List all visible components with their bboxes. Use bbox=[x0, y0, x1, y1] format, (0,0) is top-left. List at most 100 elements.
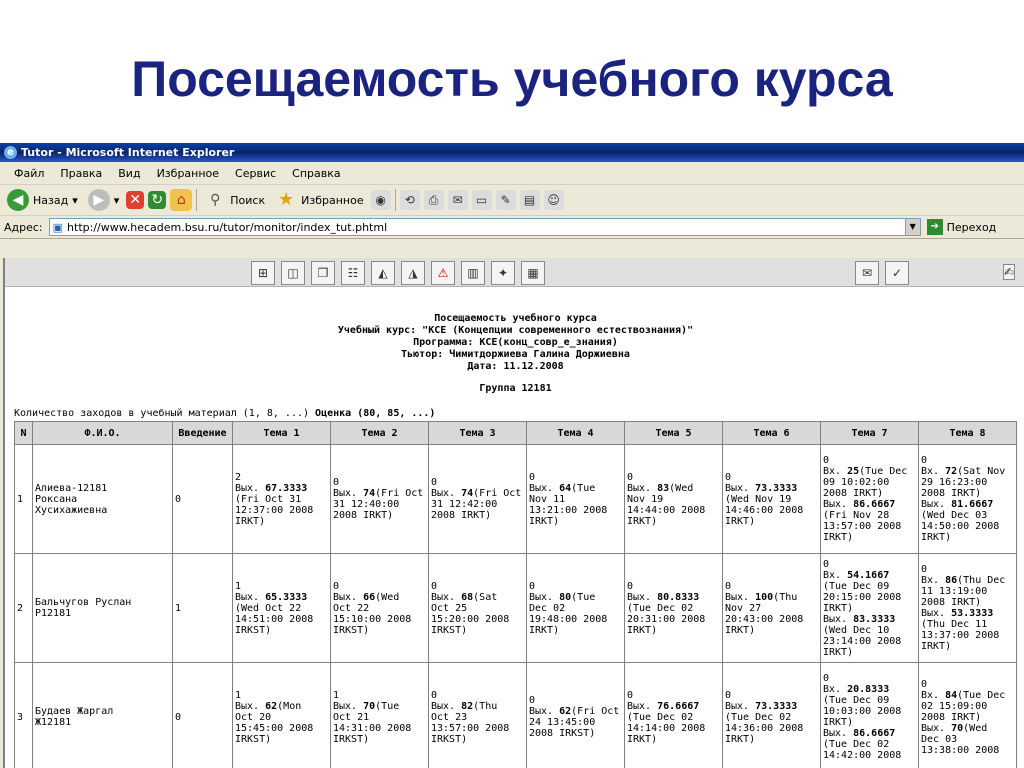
chevron-down-icon[interactable]: ▾ bbox=[72, 194, 78, 207]
slide-title: Посещаемость учебного курса bbox=[131, 51, 893, 107]
send-icon[interactable]: ✉ bbox=[855, 261, 879, 285]
student-name: Алиева-12181 Роксана Хусихажиевна bbox=[32, 444, 173, 554]
topic-cell: 0 Вх. 86(Thu Dec 11 13:19:00 2008 IRKT) Вых.… bbox=[918, 553, 1017, 663]
print-icon[interactable]: ⎙ bbox=[423, 190, 444, 210]
topic-cell: 0 Вх. 20.8333 (Tue Dec 09 10:03:00 2008 IRKT… bbox=[820, 662, 919, 768]
topic-cell: 0 Вх. 54.1667 (Tue Dec 09 20:15:00 2008 IRKT… bbox=[820, 553, 919, 663]
topic-cell: 0 Вых. 73.3333 (Wed Nov 19 14:46:00 2008 IRK… bbox=[722, 444, 821, 554]
stop-icon[interactable]: ✕ bbox=[126, 191, 145, 209]
calendar-icon[interactable]: ▦ bbox=[521, 261, 545, 285]
toolbar-separator bbox=[394, 189, 396, 211]
topic-cell: 0 Вх. 25(Tue Dec 09 10:02:00 2008 IRKT) Вых.… bbox=[820, 444, 919, 554]
folder-icon[interactable]: ▭ bbox=[471, 190, 492, 210]
table-row: 2 Бальчугов Руслан Р12181 1 1 Вых. 65.3333 (W… bbox=[14, 553, 1017, 663]
address-input[interactable]: ▣ http://www.hecadem.bsu.ru/tutor/monito… bbox=[48, 218, 921, 236]
column-header: Введение bbox=[172, 421, 233, 445]
report-program: Программа: КСЕ(конц_совр_е_знания) bbox=[413, 337, 618, 348]
home-icon[interactable]: ⌂ bbox=[170, 189, 193, 211]
search-button[interactable]: ⚲ Поиск bbox=[201, 189, 268, 211]
group-cap-icon[interactable]: ◭ bbox=[371, 261, 395, 285]
topic-cell: 0 Вых. 83(Wed Nov 19 14:44:00 2008 IRKT) bbox=[624, 444, 723, 554]
student-name: Бальчугов Руслан Р12181 bbox=[32, 553, 173, 663]
intro-cell: 1 bbox=[172, 553, 233, 663]
window-titlebar: e Tutor - Microsoft Internet Explorer bbox=[0, 143, 1024, 162]
browser-window: e Tutor - Microsoft Internet Explorer Фа… bbox=[0, 143, 1024, 768]
intro-cell: 0 bbox=[172, 444, 233, 554]
graduate-cap-icon[interactable]: ◮ bbox=[401, 261, 425, 285]
go-arrow-icon: ➔ bbox=[926, 219, 943, 235]
column-header: Тема 8 bbox=[918, 421, 1017, 445]
history-icon[interactable]: ⟲ bbox=[399, 190, 420, 210]
report-header: Посещаемость учебного курса Учебный курс… bbox=[5, 313, 1024, 395]
site-toolbar: ⊞ ◫ ❐ ☷ ◭ ◮ ⚠ ▥ ✦ ▦ ✉ ✓ ✍ bbox=[5, 258, 1024, 287]
column-header: Тема 5 bbox=[624, 421, 723, 445]
star-icon: ★ bbox=[278, 189, 295, 210]
topic-cell: 0 Вых. 80(Tue Dec 02 19:48:00 2008 IRKT) bbox=[526, 553, 625, 663]
legend-line: Количество заходов в учебный материал (1… bbox=[14, 408, 1024, 419]
forward-arrow-icon: ▶ bbox=[87, 189, 110, 211]
column-header: Тема 6 bbox=[722, 421, 821, 445]
visits-legend: Количество заходов в учебный материал (1… bbox=[14, 408, 310, 419]
menu-tools[interactable]: Сервис bbox=[227, 167, 284, 180]
structure-icon[interactable]: ⊞ bbox=[251, 261, 275, 285]
users-icon[interactable]: ☷ bbox=[341, 261, 365, 285]
back-arrow-icon: ◀ bbox=[7, 189, 29, 211]
row-number: 3 bbox=[14, 662, 33, 768]
forward-button[interactable]: ▶ ▾ bbox=[85, 189, 123, 211]
copy-icon[interactable]: ❐ bbox=[311, 261, 335, 285]
menu-view[interactable]: Вид bbox=[110, 167, 148, 180]
receive-icon[interactable]: ✓ bbox=[885, 261, 909, 285]
topic-cell: 0 Вых. 82(Thu Oct 23 13:57:00 2008 IRKST) bbox=[428, 662, 527, 768]
attendance-table: N Ф.И.О. Введение Тема 1 Тема 2 Тема 3 Тема 4Т… bbox=[14, 421, 1017, 768]
column-header: Тема 3 bbox=[428, 421, 527, 445]
column-header: Тема 1 bbox=[232, 421, 331, 445]
search-icon: ⚲ bbox=[210, 192, 221, 208]
report-group: Группа 12181 bbox=[479, 383, 552, 394]
menu-favorites[interactable]: Избранное bbox=[149, 167, 227, 180]
ie-logo-icon: e bbox=[4, 146, 17, 159]
media-icon[interactable]: ◉ bbox=[370, 190, 391, 210]
address-label: Адрес: bbox=[4, 220, 43, 234]
messenger-icon[interactable]: ☺ bbox=[543, 190, 564, 210]
topic-cell: 2 Вых. 67.3333 (Fri Oct 31 12:37:00 2008 IRK… bbox=[232, 444, 331, 554]
column-header: Тема 2 bbox=[330, 421, 429, 445]
chart-icon[interactable]: ▥ bbox=[461, 261, 485, 285]
topic-cell: 0 Вых. 68(Sat Oct 25 15:20:00 2008 IRKST) bbox=[428, 553, 527, 663]
topic-cell: 1 Вых. 65.3333 (Wed Oct 22 14:51:00 2008 IRK… bbox=[232, 553, 331, 663]
address-url: http://www.hecadem.bsu.ru/tutor/monitor/… bbox=[67, 220, 388, 234]
row-number: 2 bbox=[14, 553, 33, 663]
preview-icon[interactable]: ◫ bbox=[281, 261, 305, 285]
chevron-down-icon[interactable]: ▾ bbox=[114, 194, 120, 207]
favorites-label: Избранное bbox=[301, 193, 364, 207]
column-header: Тема 4 bbox=[526, 421, 625, 445]
topic-cell: 1 Вых. 70(Tue Oct 21 14:31:00 2008 IRKST) bbox=[330, 662, 429, 768]
report-title: Посещаемость учебного курса bbox=[434, 313, 597, 324]
menu-help[interactable]: Справка bbox=[284, 167, 348, 180]
favorites-button[interactable]: ★ Избранное bbox=[272, 189, 366, 211]
back-button[interactable]: ◀ Назад ▾ bbox=[4, 189, 81, 211]
report-tutor: Тьютор: Чимитдоржиева Галина Доржиевна bbox=[401, 349, 630, 360]
refresh-icon[interactable]: ↻ bbox=[148, 191, 167, 209]
report-course: Учебный курс: "КСЕ (Концепции современно… bbox=[337, 325, 694, 336]
menu-file[interactable]: Файл bbox=[6, 167, 52, 180]
chevron-down-icon[interactable]: ▼ bbox=[904, 219, 920, 235]
edit-icon[interactable]: ✎ bbox=[495, 190, 516, 210]
menu-edit[interactable]: Правка bbox=[52, 167, 110, 180]
column-header: N bbox=[14, 421, 33, 445]
topic-cell: 0 Вых. 76.6667 (Tue Dec 02 14:14:00 2008 IRK… bbox=[624, 662, 723, 768]
topic-cell: 0 Вых. 73.3333 (Tue Dec 02 14:36:00 2008 IRK… bbox=[722, 662, 821, 768]
table-header-row: N Ф.И.О. Введение Тема 1 Тема 2 Тема 3 Тема 4Т… bbox=[14, 421, 1017, 445]
toolbar-separator bbox=[196, 189, 198, 211]
warning-icon[interactable]: ⚠ bbox=[431, 261, 455, 285]
research-icon[interactable]: ▤ bbox=[519, 190, 540, 210]
window-title: Tutor - Microsoft Internet Explorer bbox=[21, 146, 235, 159]
student-name: Будаев Жаргал Ж12181 bbox=[32, 662, 173, 768]
mail-icon[interactable]: ✉ bbox=[447, 190, 468, 210]
page-icon: ▣ bbox=[52, 220, 64, 234]
notes-icon[interactable]: ✍ bbox=[1003, 264, 1016, 280]
tools-icon[interactable]: ✦ bbox=[491, 261, 515, 285]
go-button[interactable]: ➔ Переход bbox=[926, 219, 996, 235]
standard-toolbar: ◀ Назад ▾ ▶ ▾ ✕ ↻ ⌂ ⚲ Поиск ★ Избранное … bbox=[0, 185, 1024, 216]
table-row: 3 Будаев Жаргал Ж12181 0 1 Вых. 62(Mon Oct 20… bbox=[14, 662, 1017, 768]
topic-cell: 1 Вых. 62(Mon Oct 20 15:45:00 2008 IRKST) bbox=[232, 662, 331, 768]
